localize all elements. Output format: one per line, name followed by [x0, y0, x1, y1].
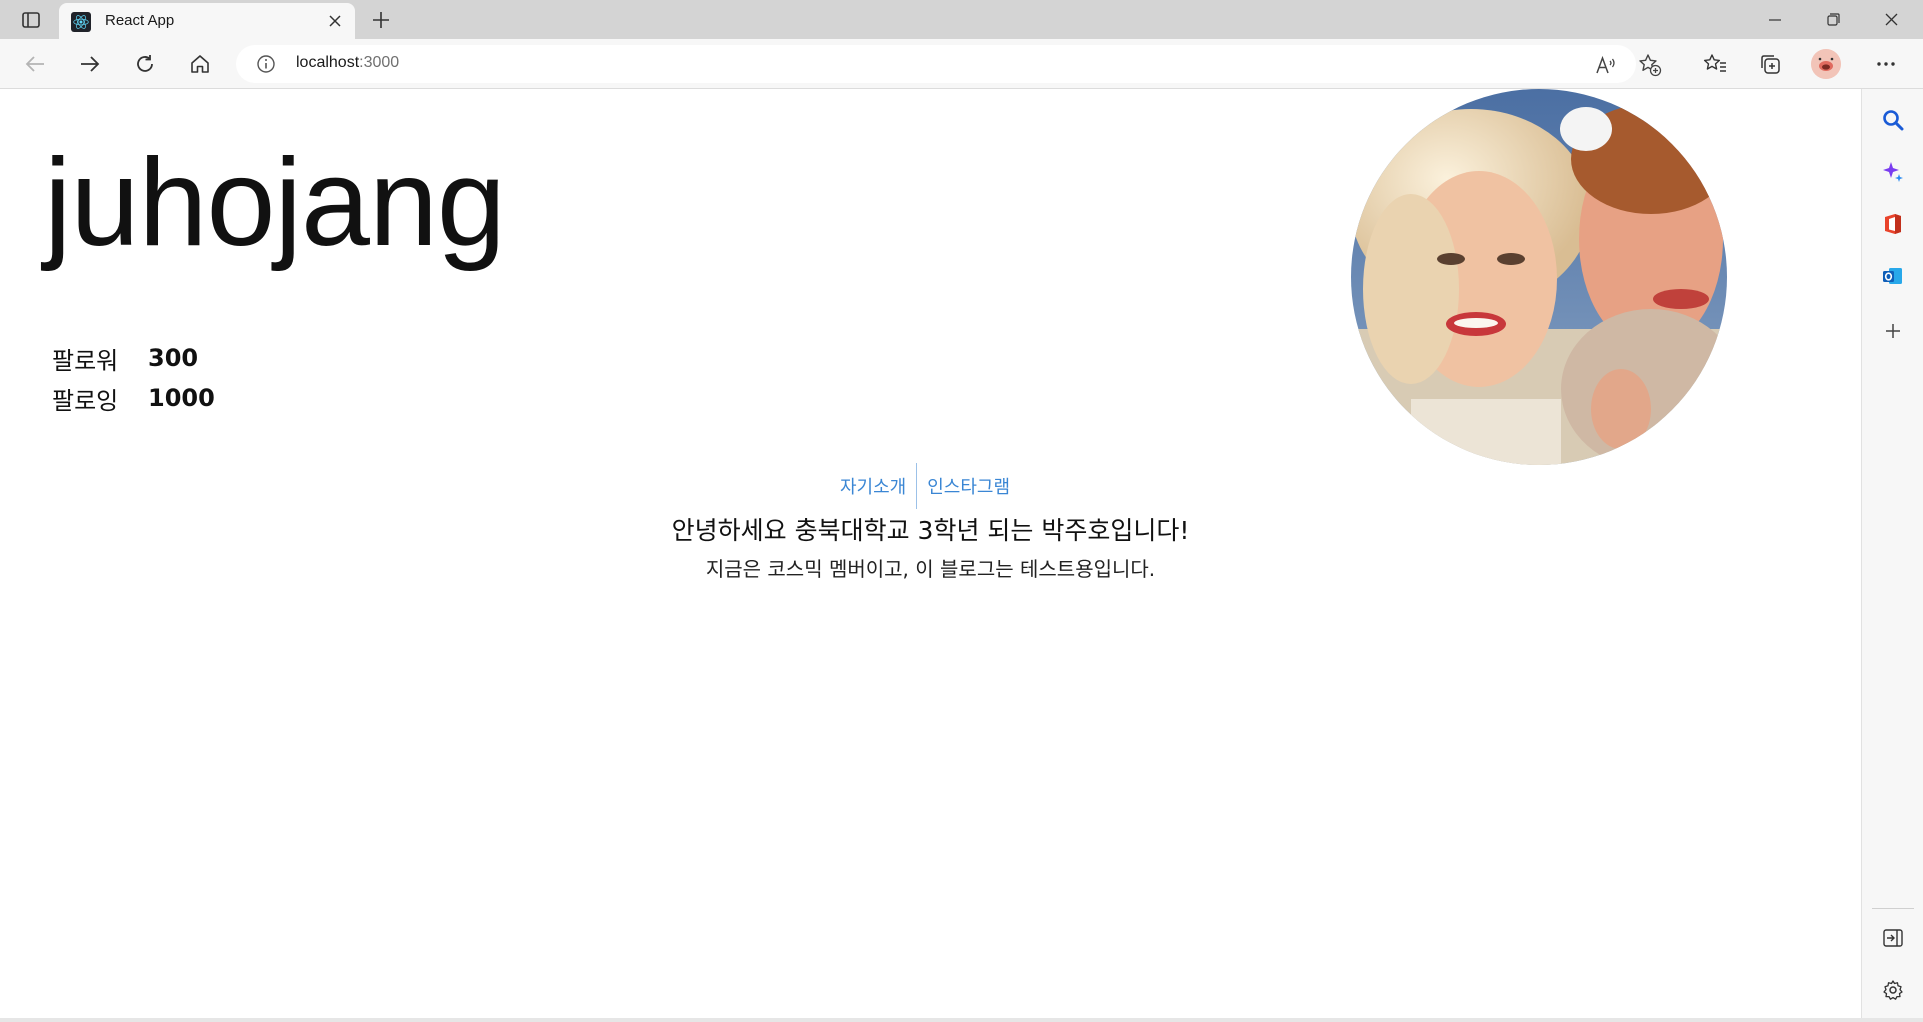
intro-title: 안녕하세요 충북대학교 3학년 되는 박주호입니다! — [671, 516, 1190, 545]
more-button[interactable] — [1868, 47, 1904, 81]
forward-button[interactable] — [72, 47, 108, 81]
office-icon — [1885, 214, 1901, 234]
browser-tab-active[interactable]: React App — [59, 3, 355, 39]
home-button[interactable] — [182, 47, 218, 81]
favorites-button[interactable] — [1697, 47, 1733, 81]
profile-photo — [1351, 89, 1727, 465]
address-host: localhost — [296, 54, 360, 71]
browser-toolbar: localhost:3000 — [0, 39, 1923, 89]
tab-title: React App — [105, 12, 175, 29]
read-aloud-icon — [1596, 55, 1615, 74]
minimize-icon — [1769, 18, 1781, 21]
favorites-icon — [1703, 54, 1726, 72]
following-label: 팔로잉 — [52, 386, 119, 415]
outlook-icon — [1883, 268, 1902, 284]
star-plus-icon — [1639, 54, 1662, 77]
intro-subtitle: 지금은 코스믹 멤버이고, 이 블로그는 테스트용입니다. — [705, 557, 1156, 581]
sidebar-add-button[interactable] — [1877, 315, 1909, 347]
address-url[interactable]: localhost:3000 — [296, 54, 399, 72]
profile-avatar[interactable] — [1811, 49, 1841, 79]
add-favorite-button[interactable] — [1638, 53, 1662, 77]
close-icon — [329, 15, 341, 27]
page-content: juhojang 팔로워 300 팔로잉 1000 자기소개 인스타그램 안녕하… — [0, 89, 1861, 1018]
sidebar-settings-button[interactable] — [1877, 974, 1909, 1006]
home-icon — [191, 55, 209, 73]
sidebar-search-button[interactable] — [1877, 104, 1909, 136]
content-tabs: 자기소개 인스타그램 — [830, 463, 1020, 509]
settings-icon — [1883, 980, 1903, 1000]
back-arrow-icon — [25, 56, 44, 72]
read-aloud-button[interactable] — [1594, 53, 1618, 77]
browser-titlebar: React App — [0, 0, 1923, 39]
sidebar-copilot-button[interactable] — [1877, 156, 1909, 188]
followers-label: 팔로워 — [52, 346, 119, 375]
tab-close-button[interactable] — [325, 11, 345, 31]
profile-stats: 팔로워 300 팔로잉 1000 — [52, 338, 215, 418]
close-window-button[interactable] — [1863, 0, 1919, 39]
followers-row: 팔로워 300 — [52, 338, 215, 378]
tab-actions-icon — [22, 12, 40, 28]
plus-icon — [1886, 324, 1900, 338]
following-row: 팔로잉 1000 — [52, 378, 215, 418]
followers-count: 300 — [148, 344, 199, 372]
sidebar-office-button[interactable] — [1877, 208, 1909, 240]
restore-icon — [1826, 13, 1840, 26]
react-logo-icon — [71, 12, 91, 32]
more-icon — [1877, 62, 1895, 66]
refresh-icon — [137, 55, 153, 72]
following-count: 1000 — [148, 384, 215, 412]
search-icon — [1883, 110, 1904, 131]
collections-button[interactable] — [1752, 47, 1788, 81]
minimize-button[interactable] — [1747, 0, 1803, 39]
back-button[interactable] — [17, 47, 53, 81]
window-bottom-edge — [0, 1018, 1923, 1022]
tab-intro[interactable]: 자기소개 — [830, 473, 916, 499]
address-bar[interactable]: localhost:3000 — [236, 45, 1662, 83]
tab-actions-button[interactable] — [14, 8, 48, 32]
profile-username: juhojang — [44, 134, 506, 272]
sidebar-hide-button[interactable] — [1877, 922, 1909, 954]
sidebar-divider — [1872, 908, 1914, 909]
browser-sidebar — [1861, 89, 1923, 1022]
sidebar-outlook-button[interactable] — [1877, 260, 1909, 292]
tab-instagram[interactable]: 인스타그램 — [917, 473, 1020, 499]
hide-sidebar-icon — [1883, 929, 1903, 947]
forward-arrow-icon — [81, 56, 100, 72]
restore-button[interactable] — [1805, 0, 1861, 39]
new-tab-button[interactable] — [366, 6, 396, 34]
address-port: :3000 — [359, 54, 400, 71]
plus-icon — [373, 12, 389, 28]
refresh-button[interactable] — [127, 47, 163, 81]
copilot-icon — [1883, 162, 1903, 182]
info-icon[interactable] — [256, 54, 276, 74]
close-icon — [1885, 13, 1897, 26]
collections-icon — [1761, 55, 1780, 74]
